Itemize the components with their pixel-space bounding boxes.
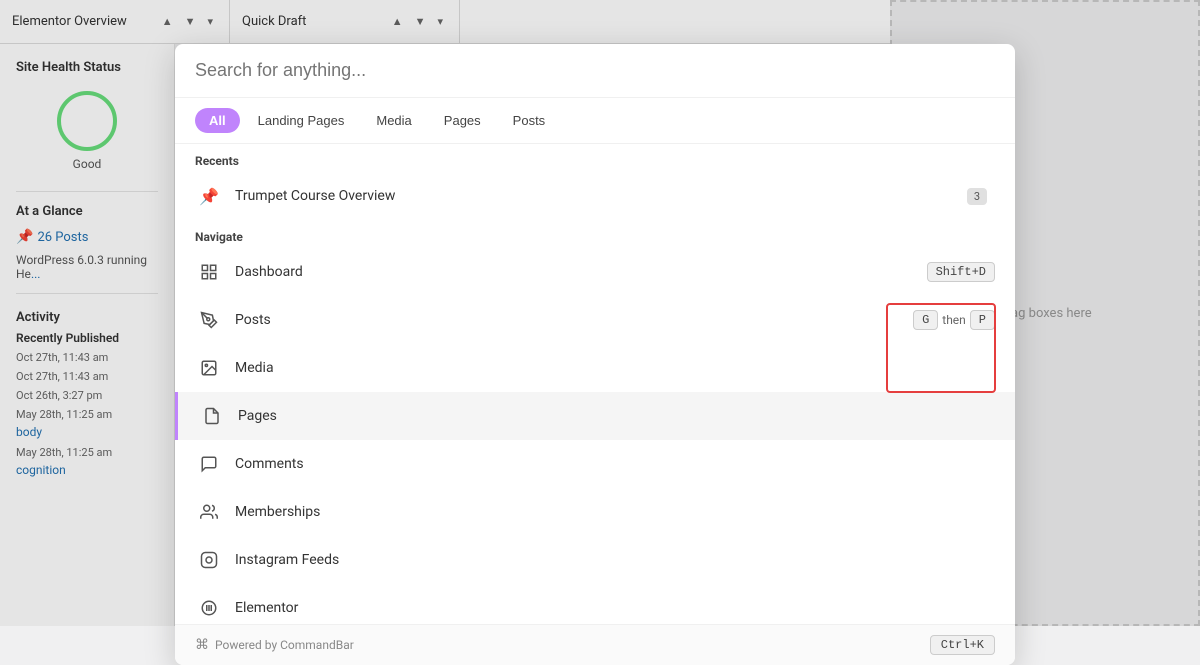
trumpet-pin-icon: 📌	[195, 182, 223, 210]
posts-shortcut: G then P	[913, 310, 995, 330]
nav-item-comments[interactable]: Comments	[175, 440, 1015, 488]
filter-tab-landing-pages[interactable]: Landing Pages	[244, 108, 359, 133]
media-icon	[195, 354, 223, 382]
comments-icon	[195, 450, 223, 478]
search-input[interactable]	[195, 60, 995, 81]
dashboard-shortcut: Shift+D	[927, 262, 995, 282]
commandbar-brand-text: Powered by CommandBar	[215, 638, 354, 652]
modal-footer: ⌘ Powered by CommandBar Ctrl+K	[175, 624, 1015, 665]
nav-item-posts[interactable]: Posts G then P	[175, 296, 1015, 344]
memberships-label: Memberships	[235, 504, 995, 520]
elementor-icon	[195, 594, 223, 622]
search-area[interactable]	[175, 44, 1015, 98]
posts-shortcut-p: P	[970, 310, 995, 330]
memberships-icon	[195, 498, 223, 526]
footer-shortcut-key: Ctrl+K	[930, 635, 995, 655]
posts-shortcut-g: G	[913, 310, 938, 330]
dashboard-icon	[195, 258, 223, 286]
dashboard-label: Dashboard	[235, 264, 927, 280]
nav-item-elementor[interactable]: Elementor	[175, 584, 1015, 624]
recent-item-trumpet[interactable]: 📌 Trumpet Course Overview 3	[175, 172, 1015, 220]
commandbar-brand: ⌘ Powered by CommandBar	[195, 637, 354, 653]
comments-label: Comments	[235, 456, 995, 472]
nav-item-pages[interactable]: Pages	[175, 392, 1015, 440]
results-list: Recents 📌 Trumpet Course Overview 3 Navi…	[175, 144, 1015, 624]
elementor-label: Elementor	[235, 600, 995, 616]
filter-tab-posts[interactable]: Posts	[499, 108, 560, 133]
trumpet-course-label: Trumpet Course Overview	[235, 188, 967, 204]
filter-tab-media[interactable]: Media	[362, 108, 425, 133]
media-label: Media	[235, 360, 995, 376]
posts-label: Posts	[235, 312, 913, 328]
commandbar-icon: ⌘	[195, 637, 209, 653]
nav-item-media[interactable]: Media	[175, 344, 1015, 392]
posts-icon	[195, 306, 223, 334]
commandbar-modal: All Landing Pages Media Pages Posts Rece…	[175, 44, 1015, 665]
nav-item-dashboard[interactable]: Dashboard Shift+D	[175, 248, 1015, 296]
posts-shortcut-then: then	[942, 313, 966, 327]
recents-section-header: Recents	[175, 144, 1015, 172]
filter-tab-pages[interactable]: Pages	[430, 108, 495, 133]
filter-tab-all[interactable]: All	[195, 108, 240, 133]
nav-item-instagram[interactable]: Instagram Feeds	[175, 536, 1015, 584]
dashboard-shortcut-key: Shift+D	[927, 262, 995, 282]
instagram-label: Instagram Feeds	[235, 552, 995, 568]
pages-label: Pages	[238, 408, 995, 424]
trumpet-badge: 3	[967, 188, 987, 205]
pages-icon	[198, 402, 226, 430]
instagram-icon	[195, 546, 223, 574]
navigate-section-header: Navigate	[175, 220, 1015, 248]
nav-item-memberships[interactable]: Memberships	[175, 488, 1015, 536]
filter-tabs: All Landing Pages Media Pages Posts	[175, 98, 1015, 144]
